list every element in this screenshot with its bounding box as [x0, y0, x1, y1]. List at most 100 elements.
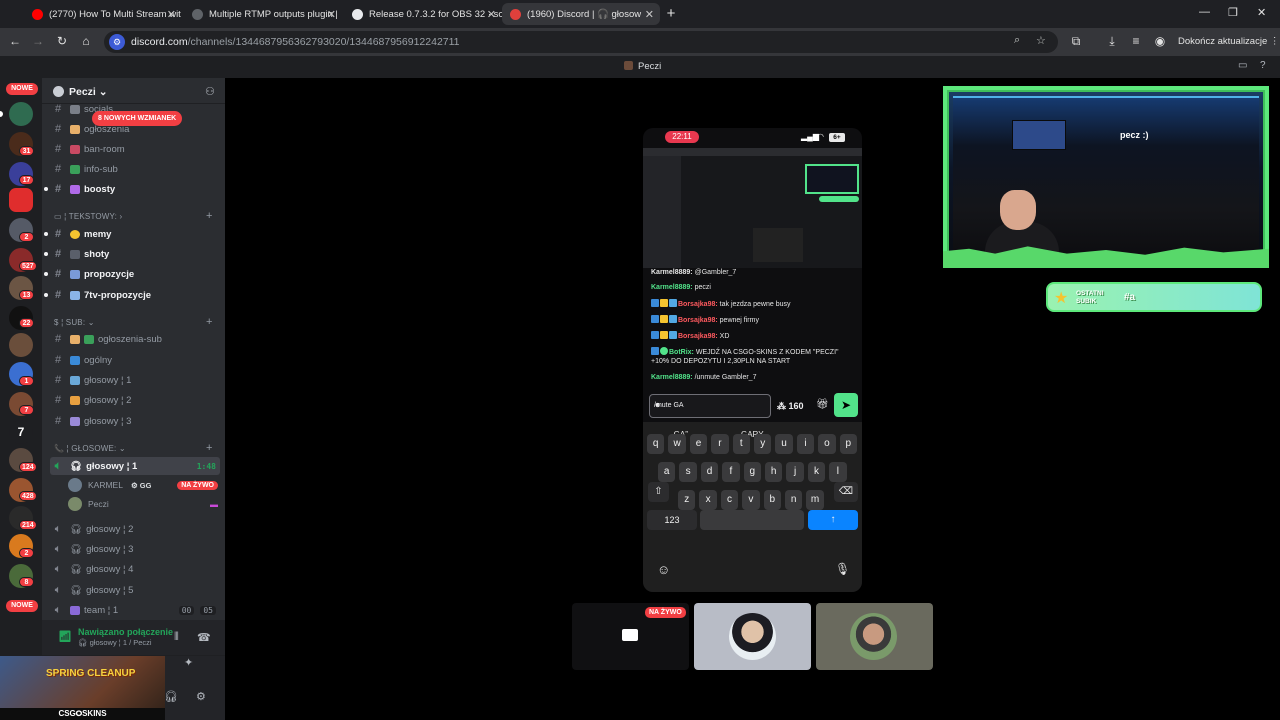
channel-info-sub[interactable]: # info-sub	[50, 160, 220, 178]
close-icon[interactable]: ✕	[645, 8, 654, 21]
channel-boosty[interactable]: # boosty	[44, 180, 220, 198]
tab-github-release[interactable]: Release 0.7.3.2 for OBS 32 · sora ✕	[344, 3, 502, 25]
new-unread-badge[interactable]: NOWE	[6, 83, 38, 95]
key-c[interactable]: c	[720, 490, 739, 510]
key-q[interactable]: q	[647, 434, 665, 454]
voice-channel-active[interactable]: 🔈︎ 🎧︎ głosowy ¦ 1 1:48	[50, 457, 220, 475]
key-backspace[interactable]: ⌫	[834, 482, 858, 502]
reading-list-icon[interactable]: ≡	[1128, 34, 1144, 48]
settings-gear-icon[interactable]: ⚙	[196, 690, 206, 703]
server-icon[interactable]	[9, 102, 33, 126]
new-tab-button[interactable]: +	[662, 5, 680, 23]
key-w[interactable]: w	[668, 434, 686, 454]
gift-icon[interactable]: 🎁︎	[816, 399, 829, 410]
key-g[interactable]: g	[743, 462, 761, 482]
channel-7tv-propozycje[interactable]: #7tv-propozycje	[44, 286, 220, 304]
key-v[interactable]: v	[742, 490, 760, 510]
key-p[interactable]: p	[839, 434, 857, 454]
emoji-icon[interactable]: ☺	[657, 562, 670, 577]
category-sub[interactable]: $ ¦ SUB: ⌄	[54, 318, 95, 327]
tab-youtube[interactable]: (2770) How To Multi Stream wit ✕	[24, 3, 182, 25]
key-h[interactable]: h	[765, 462, 783, 482]
maximize-icon[interactable]: ❐	[1228, 6, 1238, 19]
key-i[interactable]: i	[796, 434, 815, 454]
key-s[interactable]: s	[679, 462, 697, 482]
tab-discord[interactable]: (1960) Discord | 🎧 głosow ✕	[502, 3, 660, 25]
profile-avatar[interactable]: ◉	[1152, 34, 1168, 48]
disconnect-icon[interactable]: ☎	[197, 631, 211, 644]
connection-status[interactable]: Nawiązano połączenie	[78, 627, 173, 637]
key-enter[interactable]: ↑	[808, 510, 858, 530]
key-m[interactable]: m	[806, 490, 824, 510]
channel-ban-room[interactable]: # ban-room	[50, 140, 220, 158]
channel-memy[interactable]: # memy	[44, 225, 220, 243]
voice-channel-4[interactable]: 🔈︎ 🎧︎ głosowy ¦ 4	[50, 560, 220, 578]
send-button[interactable]: ➤	[834, 393, 858, 417]
key-numbers[interactable]: 123	[647, 510, 697, 530]
site-info-icon[interactable]: ⚙	[109, 34, 125, 50]
inbox-icon[interactable]: ▭	[1238, 60, 1247, 71]
key-shift[interactable]: ⇧	[648, 482, 669, 502]
channel-ogloszenia-sub[interactable]: # ogłoszenia-sub	[50, 330, 220, 348]
emoji-icon[interactable]: ☻	[654, 402, 661, 409]
headphones-toggle-icon[interactable]: 🎧︎	[164, 690, 178, 703]
key-l[interactable]: l	[829, 462, 847, 482]
invite-people-icon[interactable]: ⚇	[205, 85, 215, 98]
add-channel-icon[interactable]: +	[206, 316, 212, 328]
new-mentions-pill[interactable]: 8 NOWYCH WZMIANEK	[92, 111, 183, 126]
channel-glosowy-sub-2[interactable]: # głosowy ¦ 2	[50, 391, 220, 409]
key-space[interactable]	[700, 510, 804, 530]
key-r[interactable]: r	[711, 434, 729, 454]
voice-channel-5[interactable]: 🔈︎ 🎧︎ głosowy ¦ 5	[50, 581, 220, 599]
key-a[interactable]: a	[658, 462, 676, 482]
key-x[interactable]: x	[699, 490, 717, 510]
key-k[interactable]: k	[807, 462, 826, 482]
microphone-icon[interactable]: 🎙︎	[835, 562, 850, 576]
forward-icon[interactable]: →	[30, 34, 46, 48]
channel-glosowy-sub-1[interactable]: # głosowy ¦ 1	[50, 371, 220, 389]
close-icon[interactable]: ✕	[167, 8, 176, 21]
channel-glosowy-sub-3[interactable]: # głosowy ¦ 3	[50, 412, 220, 430]
key-o[interactable]: o	[818, 434, 836, 454]
voice-channel-team[interactable]: 🔈︎ team ¦ 1 00 05	[50, 601, 220, 619]
key-f[interactable]: f	[722, 462, 740, 482]
help-icon[interactable]: ?	[1260, 60, 1266, 71]
bookmark-star-icon[interactable]: ☆	[1036, 34, 1046, 47]
activity-icon[interactable]: ✦	[184, 656, 193, 669]
window-close-icon[interactable]: ✕	[1257, 6, 1266, 19]
key-z[interactable]: z	[678, 490, 696, 510]
channel-points[interactable]: ⁂ 160	[777, 401, 804, 412]
category-tekstowy[interactable]: ▭ ¦ TEKSTOWY: ›	[54, 212, 122, 221]
key-d[interactable]: d	[700, 462, 719, 482]
voice-channel-3[interactable]: 🔈︎ 🎧︎ głosowy ¦ 3	[50, 540, 220, 558]
tab-obs-plugin[interactable]: Multiple RTMP outputs plugin | ✕	[184, 3, 342, 25]
key-n[interactable]: n	[785, 490, 803, 510]
close-icon[interactable]: ✕	[487, 8, 496, 21]
channel-shoty[interactable]: # shoty	[44, 245, 220, 263]
key-u[interactable]: u	[775, 434, 793, 454]
key-y[interactable]: y	[754, 434, 772, 454]
key-b[interactable]: b	[763, 490, 781, 510]
noise-suppression-icon[interactable]: ⦀	[174, 631, 179, 644]
server-icon[interactable]: 7	[9, 420, 33, 444]
key-t[interactable]: t	[732, 434, 750, 454]
address-bar[interactable]: ⚙ discord.com/channels/13446879563627930…	[104, 31, 1058, 53]
zoom-icon[interactable]: ⌕	[1014, 34, 1020, 47]
voice-user-peczi[interactable]: Peczi ▬	[68, 495, 218, 513]
new-unread-badge[interactable]: NOWE	[6, 600, 38, 612]
download-icon[interactable]: ⤓	[1104, 34, 1120, 49]
signal-icon[interactable]: 📶︎	[58, 630, 72, 643]
update-button[interactable]: Dokończ aktualizacje ⋮	[1178, 32, 1279, 52]
server-icon[interactable]	[9, 188, 33, 212]
channel-propozycje[interactable]: # propozycje	[44, 265, 220, 283]
add-channel-icon[interactable]: +	[206, 210, 212, 222]
channel-ogolny[interactable]: # ogólny	[50, 351, 220, 369]
key-j[interactable]: j	[786, 462, 804, 482]
close-icon[interactable]: ✕	[327, 8, 336, 21]
reload-icon[interactable]: ↻	[54, 34, 70, 48]
key-e[interactable]: e	[689, 434, 708, 454]
voice-user-karmel[interactable]: KARMEL ⚙ GG NA ŻYWO	[68, 476, 218, 494]
server-icon[interactable]	[9, 333, 33, 357]
home-icon[interactable]: ⌂	[78, 34, 94, 48]
minimize-icon[interactable]: —	[1199, 6, 1210, 18]
